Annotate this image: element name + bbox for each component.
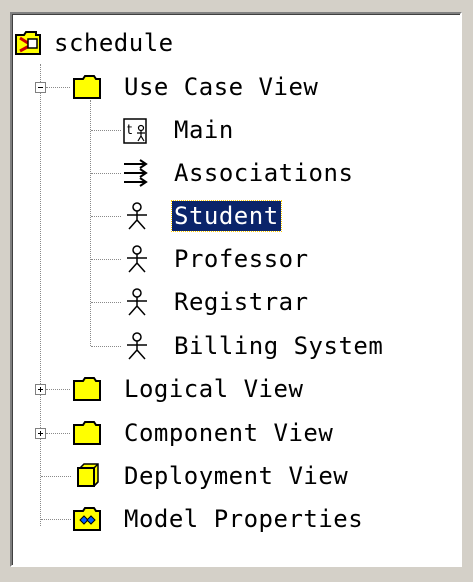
tree-node-label: Registrar (174, 288, 309, 316)
folder-icon (72, 419, 102, 447)
use-case-diagram-icon: t (122, 117, 152, 145)
tree-line (41, 476, 71, 477)
tree-node-label: Billing System (174, 332, 384, 360)
tree-node-label: Use Case View (124, 73, 319, 101)
tree-node-label: schedule (54, 29, 174, 57)
tree-line (41, 519, 71, 520)
tree-node-label: Component View (124, 419, 334, 447)
folder-icon (72, 375, 102, 403)
tree-node-label: Main (174, 116, 234, 144)
svg-text:t: t (127, 123, 132, 138)
tree-line (46, 389, 70, 390)
tree-node-label: Model Properties (124, 505, 364, 533)
actor-icon (122, 332, 152, 360)
tree-line (91, 173, 121, 174)
tree-line (40, 64, 41, 526)
actor-icon (122, 288, 152, 316)
browser-window: schedule Use Case View t Main Associatio… (0, 0, 473, 582)
actor-icon (122, 202, 152, 230)
model-root-icon (14, 29, 44, 57)
collapse-toggle[interactable] (35, 82, 46, 93)
folder-icon (72, 73, 102, 101)
tree-line (91, 259, 121, 260)
actor-icon (122, 245, 152, 273)
tree-line (90, 100, 91, 346)
tree-line (46, 87, 70, 88)
tree-line (91, 346, 121, 347)
expand-toggle[interactable] (35, 428, 46, 439)
deployment-node-icon (72, 462, 102, 490)
tree-node-label: Deployment View (124, 462, 349, 490)
tree-line (91, 130, 121, 131)
tree-node-label: Associations (174, 159, 354, 187)
model-properties-icon (72, 505, 102, 533)
model-browser-tree[interactable]: schedule Use Case View t Main Associatio… (10, 12, 462, 567)
tree-node-label: Professor (174, 245, 309, 273)
tree-line (91, 216, 121, 217)
expand-toggle[interactable] (35, 384, 46, 395)
associations-icon (122, 159, 152, 187)
tree-line (91, 302, 121, 303)
tree-node-label: Student (171, 200, 282, 232)
tree-line (46, 433, 70, 434)
tree-node-label: Logical View (124, 375, 304, 403)
